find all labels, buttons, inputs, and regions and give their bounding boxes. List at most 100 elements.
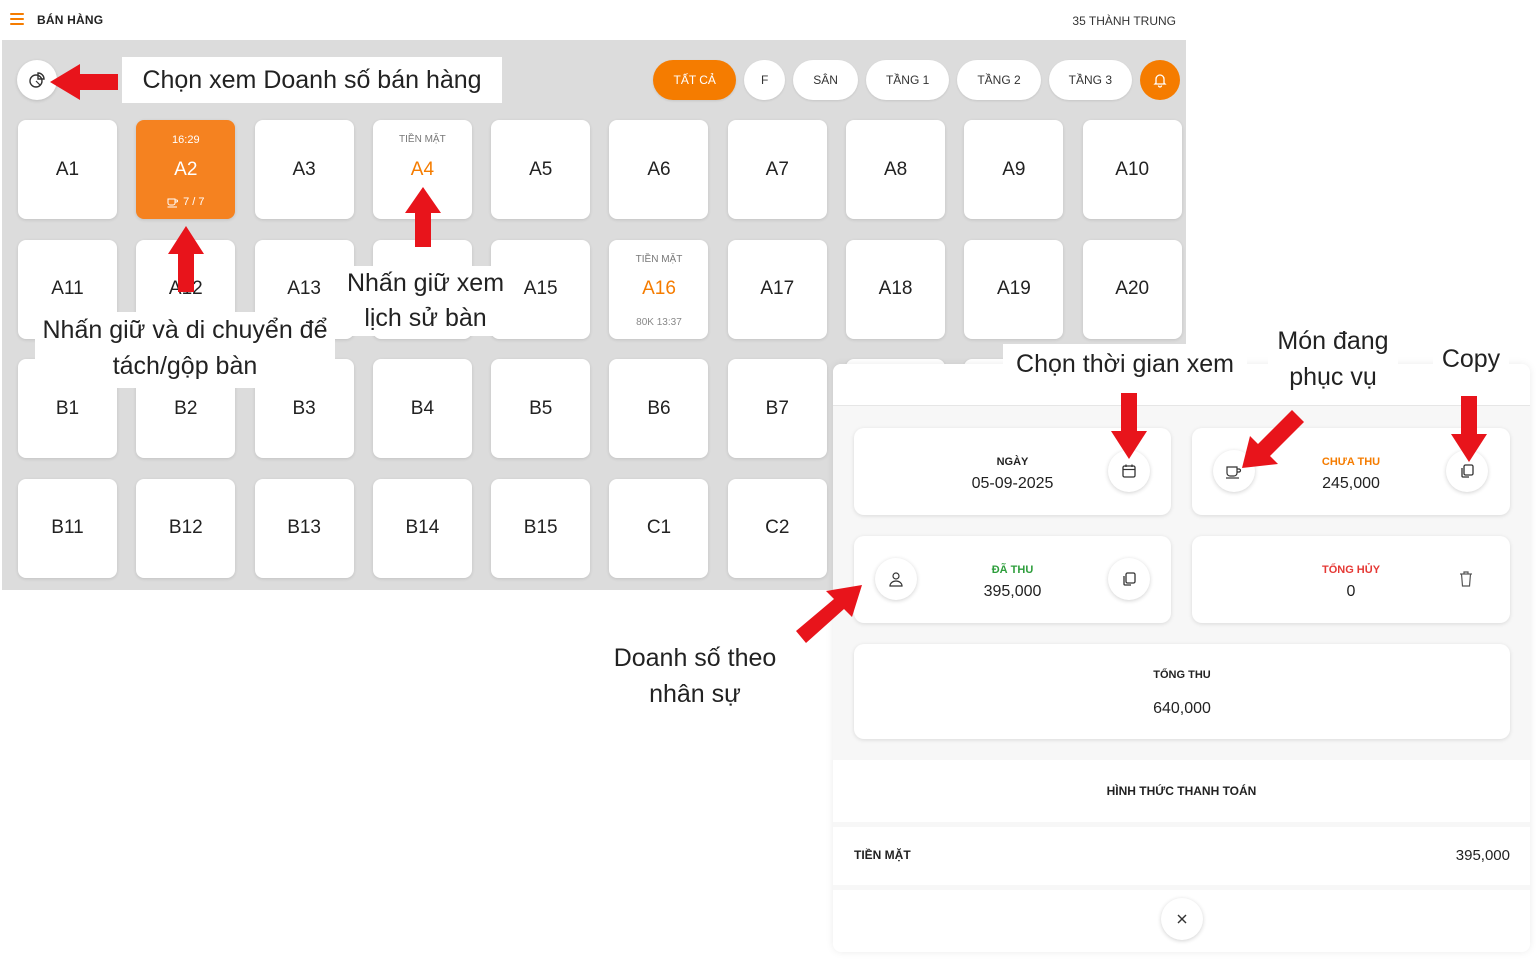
page-title: BÁN HÀNG: [37, 13, 104, 27]
table-tile-b14[interactable]: B14: [372, 478, 472, 578]
arrow-serving: [1242, 410, 1304, 468]
table-tile-name: B12: [168, 517, 203, 538]
annotation-serving: Món đang phục vụ: [1268, 323, 1398, 395]
filter-chip-all[interactable]: TẤT CẢ: [653, 60, 736, 100]
copy-paid-button[interactable]: [1108, 558, 1150, 600]
table-tile-name: A3: [292, 158, 316, 180]
top-bar: BÁN HÀNG 35 THÀNH TRUNG: [0, 0, 1186, 40]
table-tile-a16[interactable]: TIỀN MẶT A16 80K 13:37: [609, 239, 709, 339]
table-tile-b15[interactable]: B15: [491, 478, 591, 578]
area-filter-bar: TẤT CẢ F SÂN TẦNG 1 TẦNG 2 TẦNG 3: [653, 60, 1180, 100]
table-tile-b6[interactable]: B6: [609, 359, 709, 458]
bell-icon: [1153, 74, 1167, 88]
notification-button[interactable]: [1140, 60, 1180, 100]
table-tile-name: A18: [878, 278, 913, 299]
table-tile-a3[interactable]: A3: [254, 120, 354, 219]
table-tile-name: B2: [174, 397, 198, 419]
payment-method-amount: 395,000: [1455, 847, 1510, 864]
table-tile-name: A11: [51, 278, 84, 299]
table-tile-name: A20: [1115, 278, 1150, 299]
table-tile-c2[interactable]: C2: [727, 478, 827, 578]
arrow-time: [1111, 393, 1147, 459]
table-tile-a5[interactable]: A5: [491, 120, 591, 219]
table-tile-detail: 7 / 7: [136, 196, 235, 208]
arrow-sales: [50, 64, 118, 100]
table-tile-c1[interactable]: C1: [609, 478, 709, 578]
close-icon: [1177, 914, 1187, 924]
table-tile-b7[interactable]: B7: [727, 359, 827, 458]
table-tile-status: TIỀN MẶT: [399, 134, 446, 145]
hamburger-menu-icon[interactable]: [10, 13, 24, 25]
table-tile-b4[interactable]: B4: [372, 359, 472, 458]
filter-chip-tang-3[interactable]: TẦNG 3: [1048, 60, 1132, 100]
table-tile-name: B1: [55, 397, 80, 419]
annotation-copy: Copy: [1433, 340, 1509, 378]
table-tile-a8[interactable]: A8: [846, 120, 946, 219]
copy-icon: [1123, 572, 1136, 586]
table-tile-b13[interactable]: B13: [254, 478, 354, 578]
trash-icon[interactable]: [1458, 570, 1474, 593]
table-tile-name: B5: [529, 397, 553, 419]
table-tile-name: A10: [1115, 158, 1150, 180]
table-tile-b12[interactable]: B12: [136, 478, 236, 578]
filter-chip-san[interactable]: SÂN: [793, 60, 858, 100]
table-tile-a6[interactable]: A6: [609, 120, 709, 219]
filter-chip-tang-1[interactable]: TẦNG 1: [865, 60, 950, 100]
cancel-card: TỔNG HỦY 0: [1192, 536, 1510, 623]
table-tile-name: A15: [523, 278, 558, 299]
total-label: TỔNG THU: [1153, 669, 1211, 681]
filter-chip-f[interactable]: F: [743, 60, 786, 100]
table-tile-a10[interactable]: A10: [1082, 120, 1182, 219]
table-tile-name: A2: [174, 158, 198, 180]
table-tile-b11[interactable]: B11: [18, 478, 117, 578]
table-tile-name: A1: [55, 158, 80, 180]
arrow-copy: [1451, 396, 1487, 462]
arrow-split: [168, 226, 204, 292]
table-tile-name: A4: [410, 158, 435, 180]
table-tile-name: A17: [760, 278, 795, 299]
pie-chart-icon: [29, 72, 45, 88]
table-tile-name: A16: [642, 278, 676, 299]
table-tile-name: C2: [765, 517, 790, 538]
table-tile-a18[interactable]: A18: [846, 239, 946, 339]
total-card: TỔNG THU 640,000: [854, 644, 1510, 739]
table-tile-name: B3: [292, 397, 316, 419]
table-tile-name: A19: [996, 278, 1031, 299]
filter-chip-tang-2[interactable]: TẦNG 2: [957, 60, 1041, 100]
close-panel-button[interactable]: [1161, 898, 1203, 940]
coffee-cup-icon: [167, 198, 179, 207]
annotation-sales-report: Chọn xem Doanh số bán hàng: [122, 57, 502, 103]
payment-method-name: TIỀN MẶT: [854, 848, 911, 862]
table-tile-name: A9: [1002, 158, 1026, 180]
table-tile-a2[interactable]: 16:29 A2 7 / 7: [136, 120, 236, 219]
table-tile-a9[interactable]: A9: [964, 120, 1064, 219]
table-tile-status: TIỀN MẶT: [635, 253, 683, 265]
table-tile-name: A5: [529, 158, 553, 180]
table-tile-name: B15: [523, 517, 558, 538]
panel-footer: [833, 890, 1530, 952]
table-tile-name: B13: [287, 517, 321, 538]
table-tile-name: A13: [287, 278, 321, 299]
paid-card: ĐÃ THU 395,000: [854, 536, 1171, 623]
payment-method-title: HÌNH THỨC THANH TOÁN: [833, 760, 1530, 822]
table-tile-status: 16:29: [172, 134, 200, 146]
payment-method-row: TIỀN MẶT 395,000: [833, 827, 1530, 885]
annotation-table-history: Nhấn giữ xem lịch sử bàn: [338, 266, 513, 336]
table-tile-b5[interactable]: B5: [491, 359, 591, 458]
table-tile-a1[interactable]: A1: [18, 120, 117, 219]
total-value: 640,000: [1153, 700, 1211, 717]
table-tile-a19[interactable]: A19: [964, 239, 1064, 339]
sales-report-panel: NGÀY 05-09-2025 CHƯA THU 245,000 ĐÃ THU …: [833, 364, 1530, 952]
arrow-history: [405, 187, 441, 247]
table-tile-name: B11: [51, 517, 84, 538]
table-tile-a20[interactable]: A20: [1082, 239, 1182, 339]
calendar-icon: [1122, 464, 1136, 478]
arrow-staff: [796, 585, 862, 643]
table-tile-name: B14: [405, 517, 440, 538]
annotation-staff-sales: Doanh số theo nhân sự: [600, 640, 790, 712]
table-tile-name: B4: [410, 397, 435, 419]
table-tile-a17[interactable]: A17: [727, 239, 827, 339]
store-name: 35 THÀNH TRUNG: [1072, 14, 1176, 28]
table-tile-a7[interactable]: A7: [727, 120, 827, 219]
annotation-time-picker: Chọn thời gian xem: [1003, 344, 1247, 384]
